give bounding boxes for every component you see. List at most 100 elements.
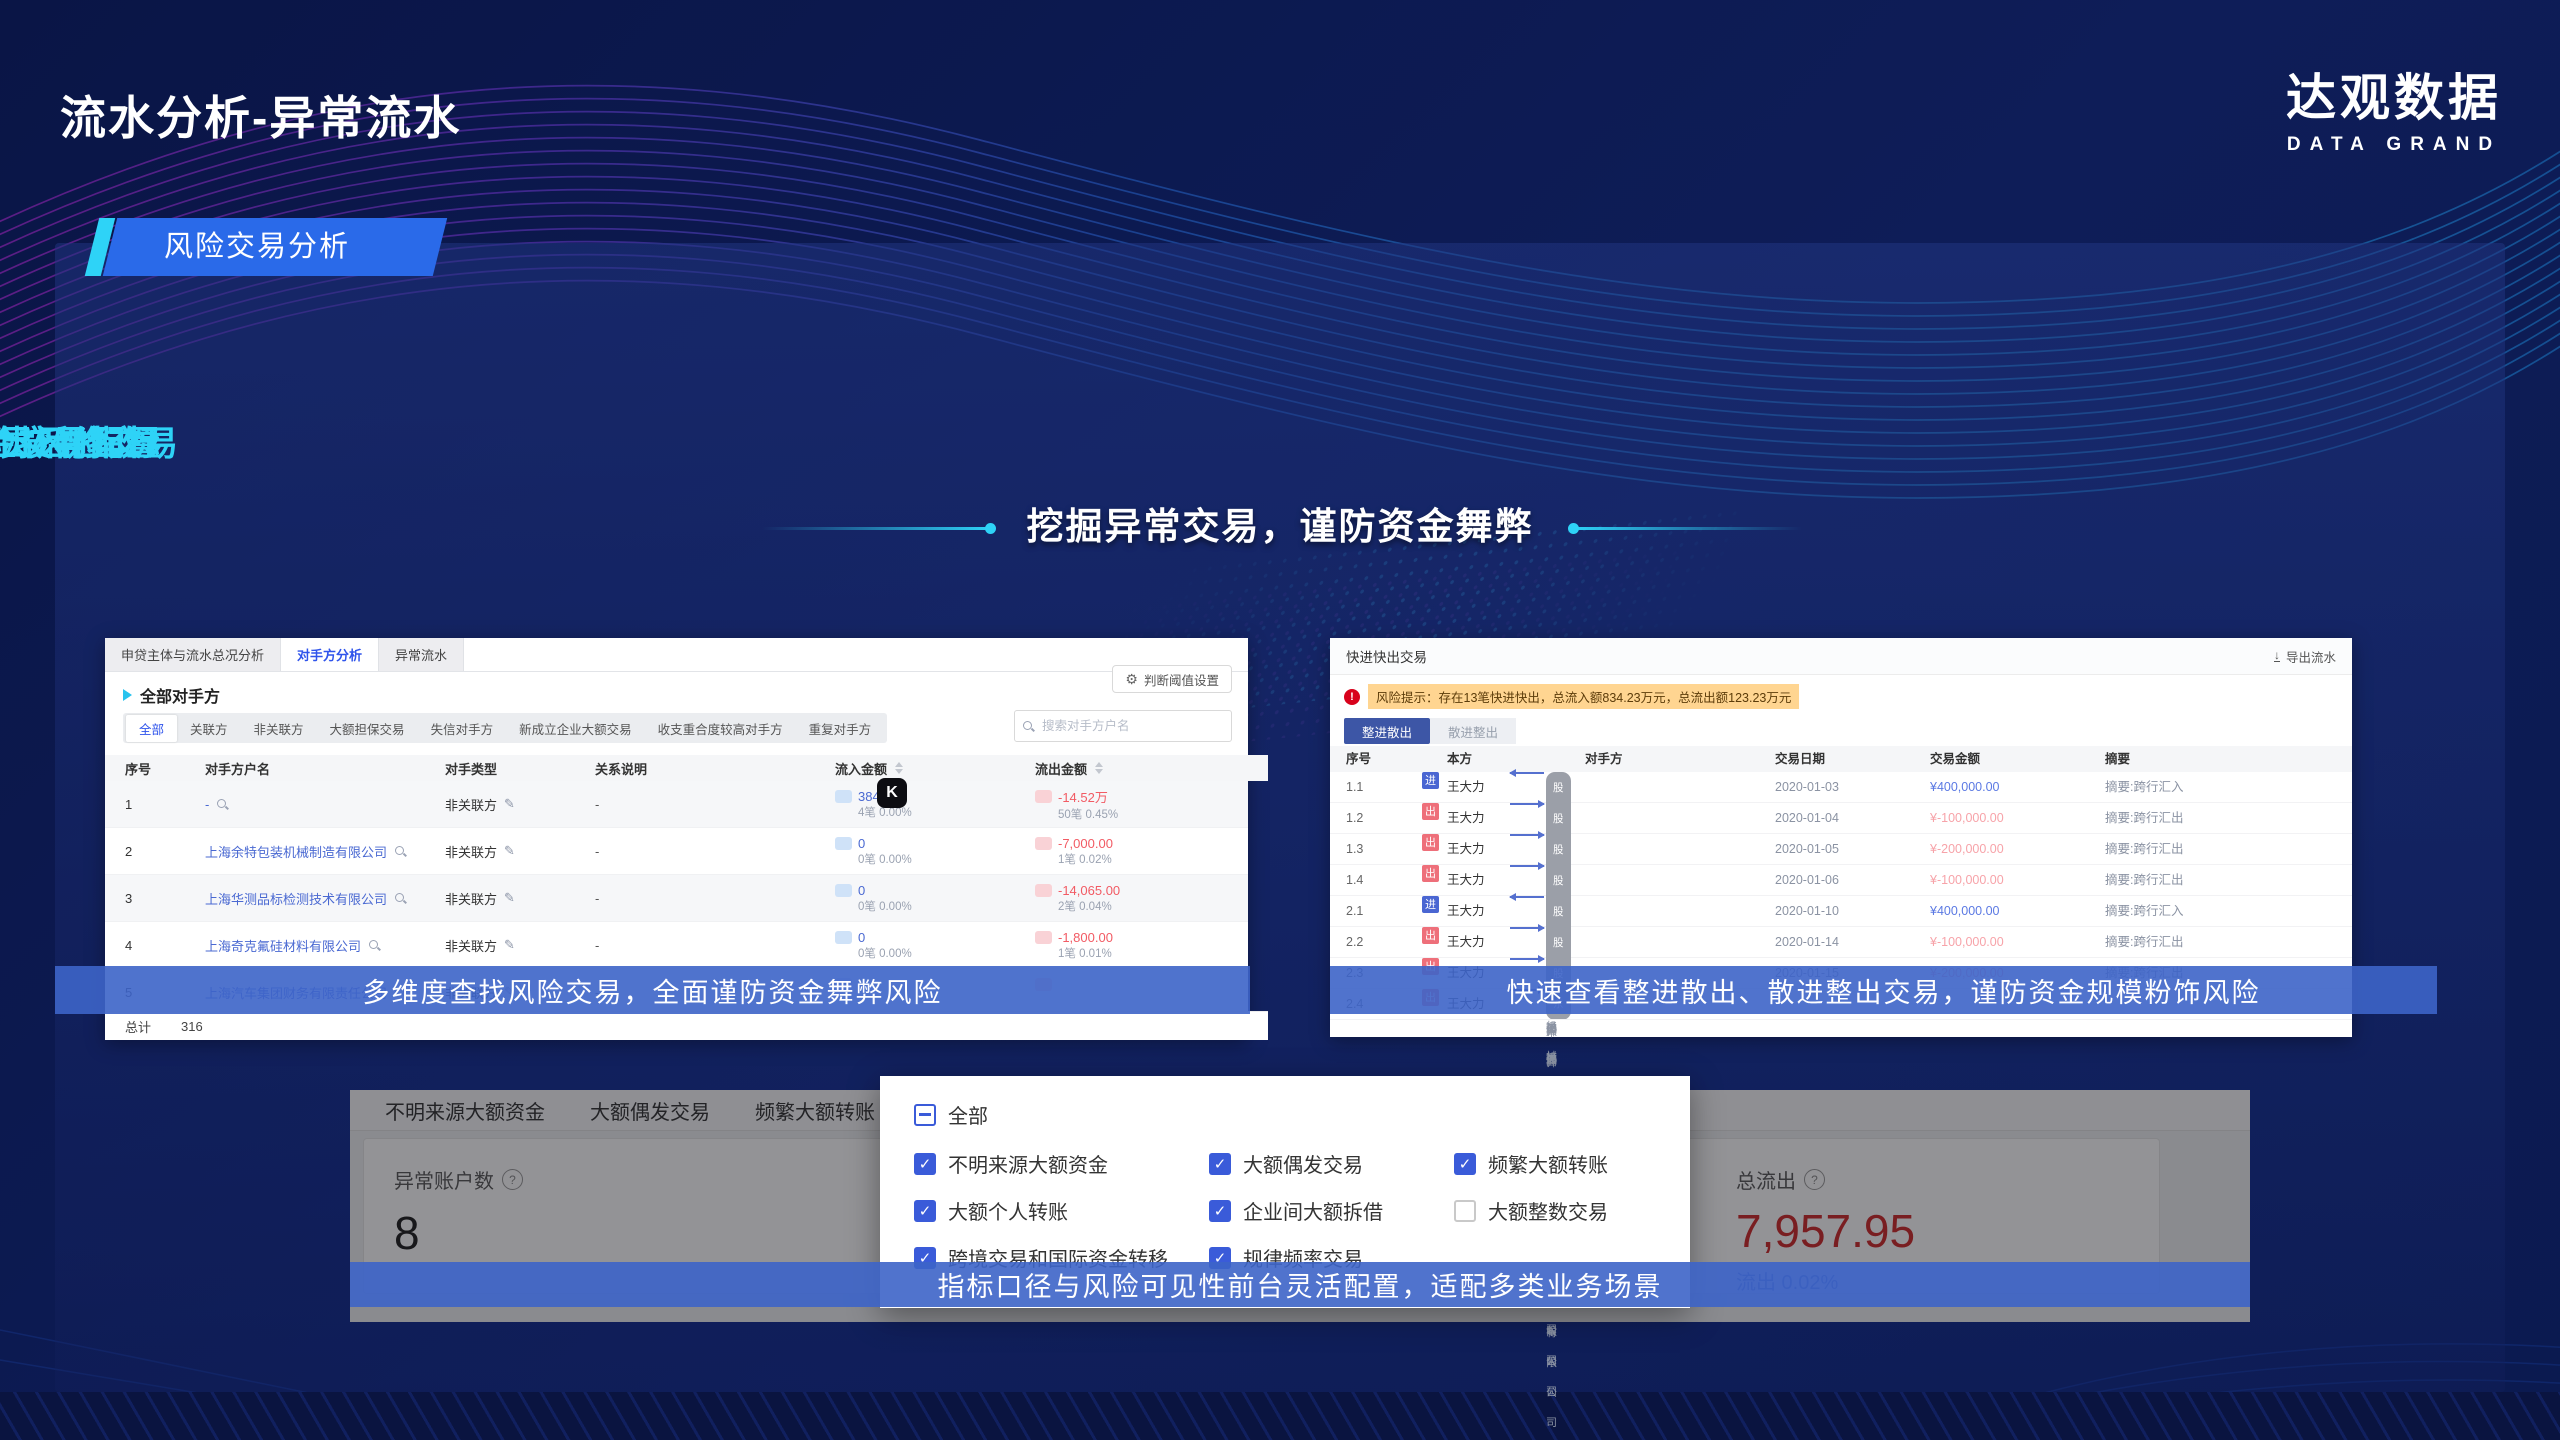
right-app-title: 快进快出交易 xyxy=(1346,646,1427,666)
checkbox[interactable] xyxy=(1454,1200,1476,1222)
search-icon[interactable] xyxy=(369,940,380,951)
left-app-tab-bar: 申贷主体与流水总况分析 对手方分析 异常流水 xyxy=(105,638,1248,672)
left-app-tab[interactable]: 对手方分析 xyxy=(281,638,379,671)
relation-note: - xyxy=(595,891,835,906)
checkbox[interactable] xyxy=(914,1200,936,1222)
counterparty-name-link[interactable]: - xyxy=(205,797,445,812)
transaction-date: 2020-01-14 xyxy=(1775,927,1839,957)
filter-pill-bar: 全部 关联方 非关联方 大额担保交易 失信对手方 新成立企业大额交易 收支重合度… xyxy=(123,713,887,743)
transaction-row: 1.3 出 王大力 乌鲁木齐西豫盛通机械设备有限公司股东 2020-01-05 … xyxy=(1330,834,2352,865)
checkbox[interactable] xyxy=(1454,1153,1476,1175)
toggle-button[interactable]: 整进散出 xyxy=(1344,718,1430,744)
bottom-hatch-strip xyxy=(0,1392,2560,1440)
checkbox[interactable] xyxy=(914,1153,936,1175)
search-icon[interactable] xyxy=(395,846,406,857)
edit-icon[interactable]: ✎ xyxy=(504,796,515,812)
k-cursor-badge: K xyxy=(877,778,907,808)
counterparty-type: 非关联方✎ xyxy=(445,936,595,955)
outflow-cell: -14,065.00 2笔 0.04% xyxy=(1035,883,1248,914)
left-app-tab[interactable]: 异常流水 xyxy=(379,638,464,671)
self-party: 王大力 xyxy=(1447,927,1485,957)
transaction-row: 1.4 出 王大力 乌鲁木齐西豫盛通机械设备有限公司股东 2020-01-06 … xyxy=(1330,865,2352,896)
export-flow-button[interactable]: ↓ 导出流水 xyxy=(2274,647,2336,666)
col-seq: 序号 xyxy=(125,759,205,778)
threshold-settings-button[interactable]: ⚙ 判断阈值设置 xyxy=(1112,665,1232,693)
filter-pill[interactable]: 重复对手方 xyxy=(796,715,885,742)
filter-pill[interactable]: 新成立企业大额交易 xyxy=(506,715,645,742)
toggle-button[interactable]: 散进整出 xyxy=(1430,718,1516,744)
row-seq: 3 xyxy=(125,891,205,906)
transaction-memo: 摘要:跨行汇出 xyxy=(2105,834,2183,864)
indicator-option-label: 企业间大额拆借 xyxy=(1243,1196,1383,1225)
bottom-caption: 指标口径与风险可见性前台灵活配置，适配多类业务场景 xyxy=(938,1265,1663,1304)
indicator-option: 频繁大额转账 xyxy=(1454,1149,1656,1178)
direction-arrow-icon xyxy=(1510,865,1544,867)
transaction-date: 2020-01-04 xyxy=(1775,803,1839,833)
section-badge: 风险交易分析 xyxy=(92,218,350,276)
counterparty-name-link[interactable]: 上海余特包装机械制造有限公司 xyxy=(205,842,445,861)
direction-badge: 出 xyxy=(1422,834,1439,851)
export-label: 导出流水 xyxy=(2286,647,2336,666)
search-icon xyxy=(1023,721,1034,732)
total-value: 316 xyxy=(181,1019,203,1034)
col-rel: 关系说明 xyxy=(595,759,835,778)
right-table-header: 序号 本方 对手方 交易日期 交易金额 摘要 xyxy=(1330,746,2352,772)
direction-arrow-icon xyxy=(1510,958,1544,960)
col-type: 对手类型 xyxy=(445,759,595,778)
filter-pill[interactable]: 失信对手方 xyxy=(418,715,507,742)
outflow-cell: -7,000.00 1笔 0.02% xyxy=(1035,836,1248,867)
select-all-checkbox[interactable] xyxy=(914,1104,936,1126)
transaction-amount: ¥-100,000.00 xyxy=(1930,865,2004,895)
col-date: 交易日期 xyxy=(1775,746,1825,772)
filter-pill[interactable]: 收支重合度较高对手方 xyxy=(645,715,796,742)
counterparty-name-link[interactable]: 上海奇克氟硅材料有限公司 xyxy=(205,936,445,955)
direction-badge: 进 xyxy=(1422,772,1439,789)
filter-pill[interactable]: 关联方 xyxy=(177,715,241,742)
total-label: 总计 xyxy=(125,1017,151,1036)
direction-arrow-icon xyxy=(1510,927,1544,929)
search-icon[interactable] xyxy=(217,799,228,810)
select-all-row: 全部 xyxy=(914,1100,1656,1129)
counterparty-name-link[interactable]: 上海华测品标检测技术有限公司 xyxy=(205,889,445,908)
select-all-label: 全部 xyxy=(948,1100,988,1129)
chevron-right-icon[interactable] xyxy=(123,689,132,701)
outflow-tag-icon xyxy=(1035,790,1052,803)
indicator-option: 大额偶发交易 xyxy=(1209,1149,1454,1178)
row-seq: 1 xyxy=(125,797,205,812)
edit-icon[interactable]: ✎ xyxy=(504,937,515,953)
transaction-memo: 摘要:跨行汇出 xyxy=(2105,803,2183,833)
left-app-tab[interactable]: 申贷主体与流水总况分析 xyxy=(105,638,281,671)
transaction-row: 2.2 出 王大力 乌鲁木齐西豫盛通机械设备有限公司股东 2020-01-14 … xyxy=(1330,927,2352,958)
transaction-row: 2.1 进 王大力 乌鲁木齐西豫盛通机械设备有限公司股东 2020-01-10 … xyxy=(1330,896,2352,927)
search-icon[interactable] xyxy=(395,893,406,904)
self-party: 王大力 xyxy=(1447,865,1485,895)
transaction-amount: ¥-200,000.00 xyxy=(1930,834,2004,864)
counterparty-search-box[interactable] xyxy=(1014,710,1232,742)
search-input[interactable] xyxy=(1040,718,1194,734)
direction-arrow-icon xyxy=(1510,896,1544,898)
risk-alert: ! 风险提示：存在13笔快进快出，总流入额834.23万元，总流出额123.23… xyxy=(1344,684,1799,709)
mode-toggle: 整进散出 散进整出 xyxy=(1344,718,1516,744)
outflow-cell: -14.52万 50笔 0.45% xyxy=(1035,787,1248,822)
checkbox[interactable] xyxy=(1209,1153,1231,1175)
tagline-line-left xyxy=(762,527,992,530)
self-party: 王大力 xyxy=(1447,896,1485,926)
counterparty-type: 非关联方✎ xyxy=(445,842,595,861)
edit-icon[interactable]: ✎ xyxy=(504,843,515,859)
transaction-memo: 摘要:跨行汇出 xyxy=(2105,927,2183,957)
sort-icon[interactable] xyxy=(895,762,903,774)
sort-icon[interactable] xyxy=(1095,762,1103,774)
row-seq: 1.2 xyxy=(1346,803,1363,833)
indicator-option-label: 大额偶发交易 xyxy=(1243,1149,1363,1178)
filter-pill[interactable]: 大额担保交易 xyxy=(317,715,418,742)
checkbox[interactable] xyxy=(1209,1200,1231,1222)
filter-pill[interactable]: 非关联方 xyxy=(241,715,317,742)
edit-icon[interactable]: ✎ xyxy=(504,890,515,906)
transaction-memo: 摘要:跨行汇入 xyxy=(2105,772,2183,802)
transaction-date: 2020-01-06 xyxy=(1775,865,1839,895)
filter-pill[interactable]: 全部 xyxy=(126,715,177,742)
tagline-dot-left xyxy=(985,523,996,534)
transaction-amount: ¥-100,000.00 xyxy=(1930,803,2004,833)
brand-logo-en: DATA GRAND xyxy=(2286,134,2502,156)
inflow-tag-icon xyxy=(835,931,852,944)
